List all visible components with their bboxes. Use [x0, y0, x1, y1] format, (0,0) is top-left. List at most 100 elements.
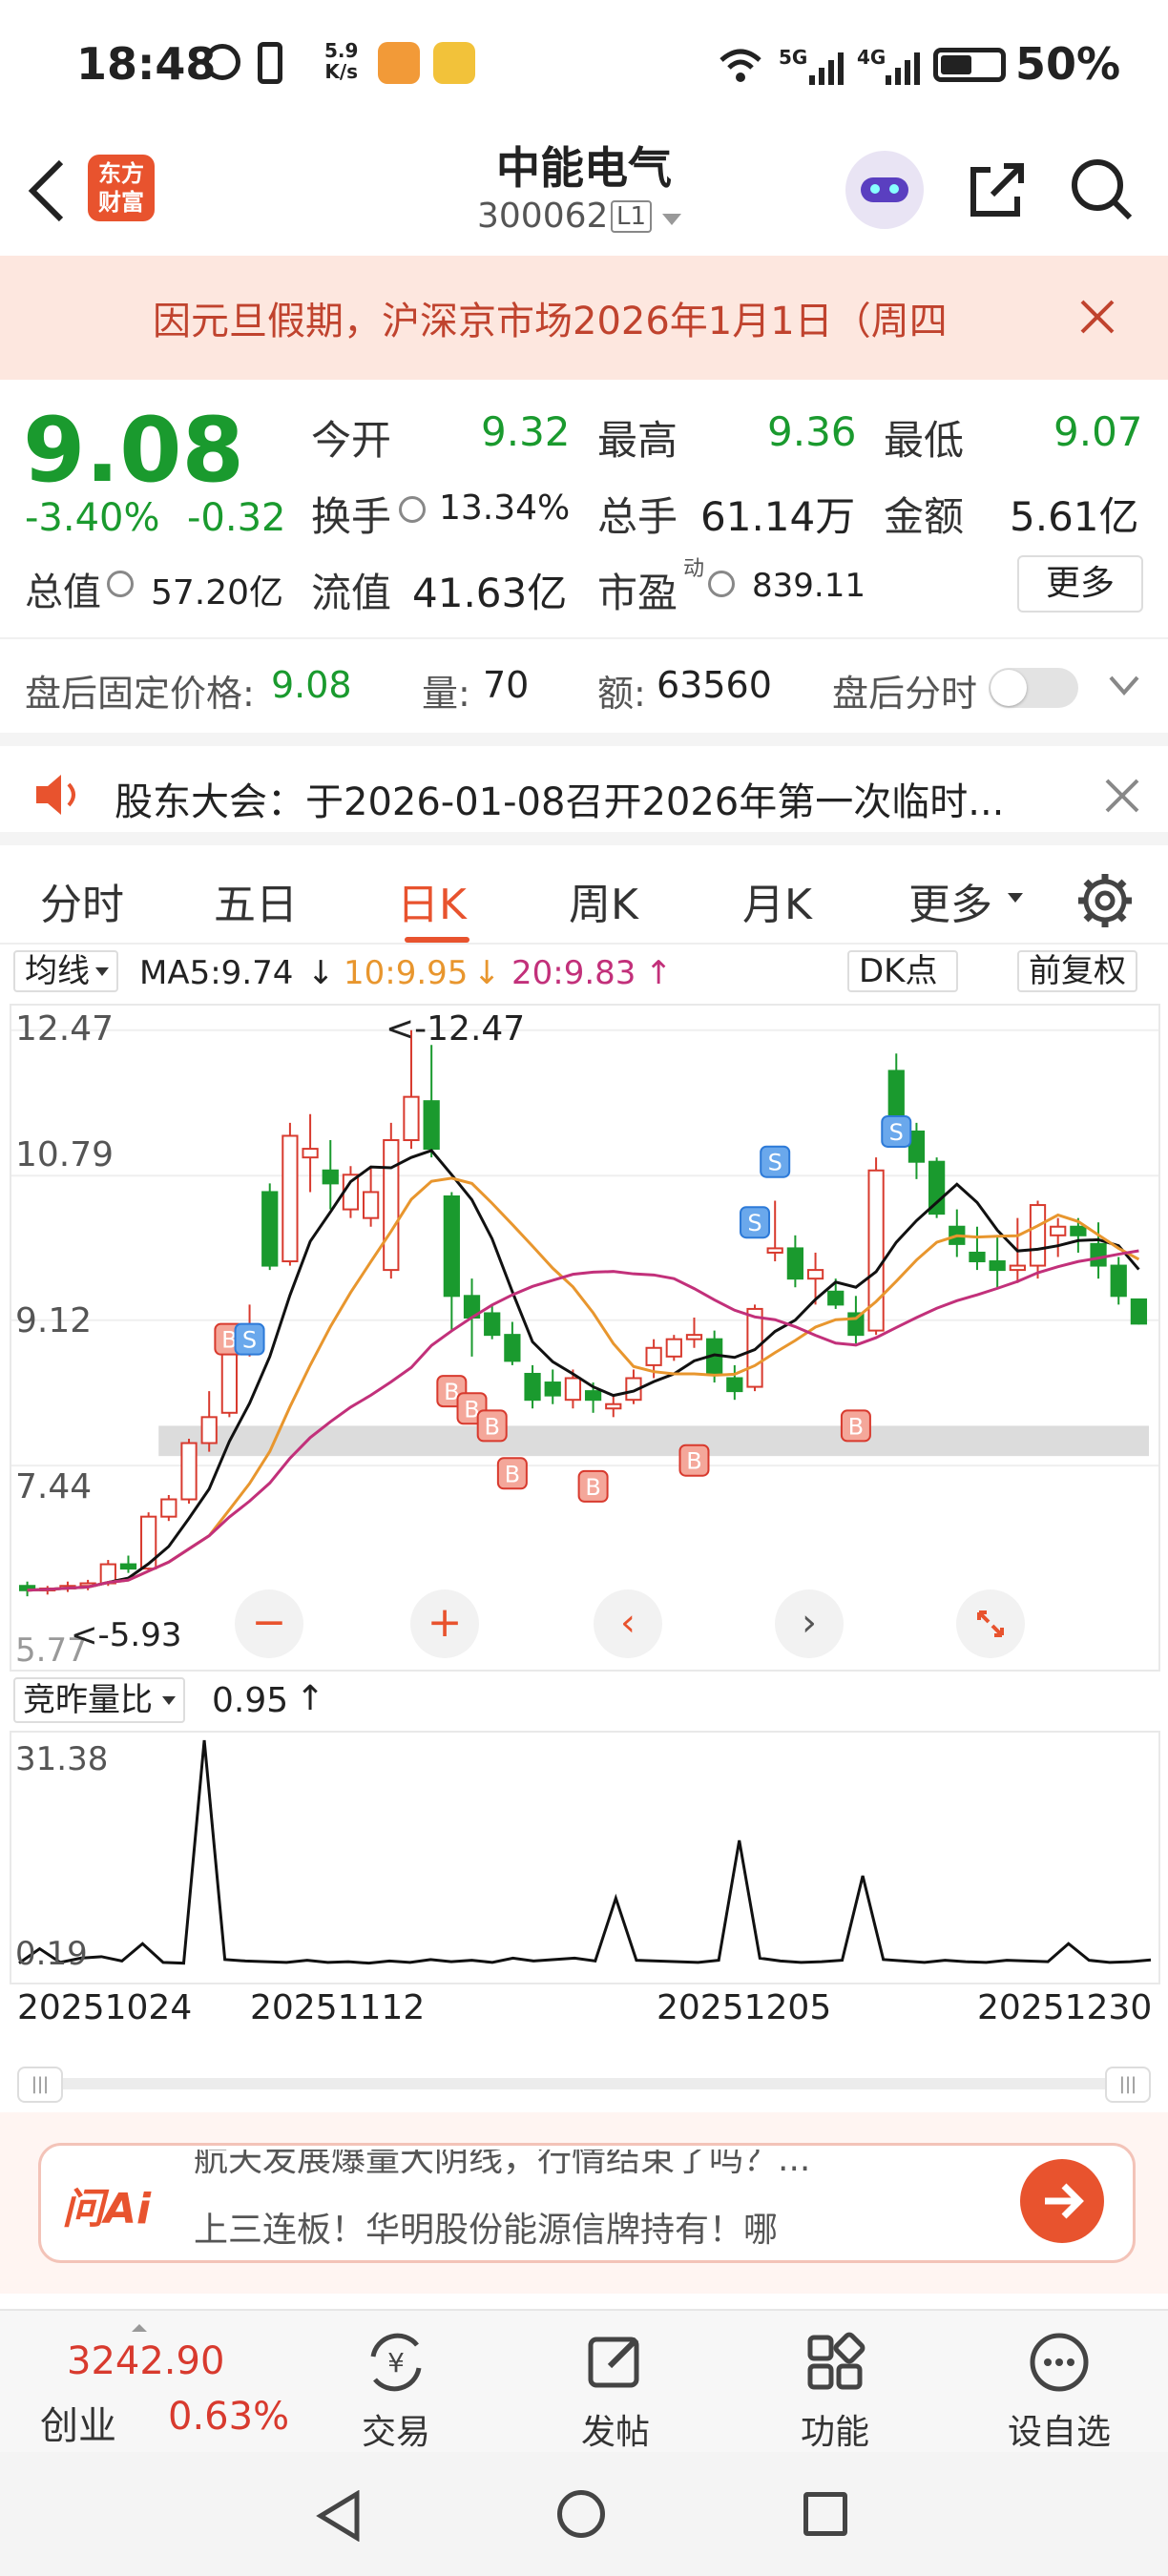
candle [726, 1364, 743, 1401]
candle [504, 1321, 521, 1365]
adjust-button[interactable]: 前复权 [1017, 950, 1137, 992]
turnover-label: 换手 [311, 493, 392, 540]
ma20-value: 20:9.83 [511, 954, 636, 992]
volume-value: 61.14万 [700, 493, 856, 540]
sell-marker: S [881, 1114, 912, 1148]
scroll-right-button[interactable]: › [775, 1589, 844, 1658]
scroll-left-handle[interactable]: ||| [17, 2067, 63, 2103]
app-notification-icon [378, 42, 420, 84]
candle [200, 1391, 218, 1452]
chevron-down-icon[interactable] [1107, 672, 1141, 704]
chevron-down-icon[interactable] [662, 214, 681, 225]
recents-square-icon[interactable] [803, 2492, 847, 2536]
svg-text:S: S [242, 1327, 257, 1354]
arrow-up-icon: ↑ [296, 1679, 325, 1718]
volume-selector-label: 竞昨量比 [23, 1681, 153, 1719]
y-tick-label: 9.12 [15, 1301, 93, 1340]
shareholder-meeting-bar[interactable]: 股东大会：于2026-01-08召开2026年第一次临时... [0, 733, 1168, 845]
ma-selector[interactable]: 均线 [13, 950, 118, 992]
scroll-left-button[interactable]: ‹ [594, 1589, 662, 1658]
ma-selector-label: 均线 [25, 952, 90, 990]
after-hours-timeshare-label: 盘后分时 [832, 673, 978, 715]
status-bar: 18:48 5.9 K/s 5G 4G 50% [0, 0, 1168, 124]
level-badge[interactable]: L1 [611, 200, 653, 233]
nav-post-label: 发帖 [580, 2413, 650, 2452]
zoom-in-button[interactable]: + [410, 1589, 479, 1658]
candle [969, 1226, 986, 1271]
amount-value: 5.61亿 [1010, 493, 1139, 540]
svg-text:B: B [505, 1461, 520, 1487]
low-label: 最低 [884, 417, 965, 464]
date-label: 20251112 [250, 1988, 426, 2027]
index-widget[interactable]: 3242.90 创业 0.63% [0, 2311, 305, 2454]
candle [160, 1494, 177, 1522]
net-speed-value: 5.9 [324, 39, 359, 62]
ai-question-bar[interactable]: 问Ai 航天发展爆量大阴线，行情结束了吗？... 上三连板！华明股份能源信牌持有… [38, 2143, 1136, 2263]
battery-percent: 50% [1015, 38, 1121, 90]
home-circle-icon[interactable] [557, 2490, 605, 2538]
weibo-icon [433, 42, 475, 84]
back-triangle-icon[interactable] [315, 2489, 363, 2545]
after-hours-vol-label: 量: [422, 673, 470, 715]
y-tick-label: 10.79 [15, 1135, 115, 1174]
scroll-right-handle[interactable]: ||| [1105, 2067, 1151, 2103]
caret-down-icon [1008, 893, 1023, 903]
after-hours-bar: 盘后固定价格: 9.08 量: 70 额: 63560 盘后分时 [0, 637, 1168, 735]
candle [605, 1395, 622, 1418]
ai-robot-icon[interactable] [845, 151, 924, 229]
nav-trade[interactable]: ¥ 交易 [334, 2311, 458, 2454]
holiday-notice-banner[interactable]: 因元旦假期，沪深京市场2026年1月1日（周四 [0, 256, 1168, 380]
range-scrollbar[interactable]: ||| ||| [0, 2061, 1168, 2107]
share-icon[interactable] [964, 156, 1031, 227]
signal-5g-label: 5G [779, 46, 808, 69]
ai-submit-button[interactable] [1020, 2159, 1104, 2243]
volume-chart[interactable]: 31.38 0.19 [10, 1731, 1160, 1984]
tab-daily-k[interactable]: 日K [397, 870, 467, 931]
high-value: 9.36 [767, 408, 857, 455]
pe-sup: 动 [683, 557, 705, 581]
buy-marker: B [577, 1469, 609, 1503]
tab-more[interactable]: 更多 [908, 870, 992, 931]
info-icon[interactable] [107, 571, 134, 597]
close-icon[interactable] [1076, 296, 1118, 342]
tab-monthly-k[interactable]: 月K [742, 870, 812, 931]
buy-marker: B [476, 1409, 508, 1443]
ai-suggestion-2: 上三连板！华明股份能源信牌持有！哪 [194, 2211, 779, 2250]
current-price: 9.08 [23, 399, 244, 503]
candle [524, 1364, 541, 1409]
more-button[interactable]: 更多 [1017, 555, 1143, 613]
turnover-value: 13.34% [439, 488, 571, 528]
candle [1050, 1217, 1067, 1257]
dk-point-button[interactable]: DK点 [847, 950, 959, 992]
nav-function[interactable]: 功能 [773, 2311, 897, 2454]
tab-five-day[interactable]: 五日 [214, 870, 298, 931]
volume-ratio-line [18, 1739, 1152, 1965]
volume-ratio-header: 竞昨量比 0.95 ↑ [0, 1672, 1168, 1729]
candle [383, 1122, 400, 1279]
kline-chart[interactable]: BSBBBBBBSSBS 12.47 10.79 9.12 7.44 5.77 … [10, 1004, 1160, 1672]
change-value: -0.32 [187, 496, 286, 540]
gear-icon[interactable] [1076, 872, 1134, 933]
svg-text:S: S [768, 1150, 782, 1176]
float-cap-value: 41.63亿 [412, 570, 568, 616]
buy-marker: B [496, 1457, 528, 1490]
candle [322, 1140, 339, 1210]
chart-tabs: 分时 五日 日K 周K 月K 更多 [0, 832, 1168, 956]
tab-weekly-k[interactable]: 周K [569, 870, 638, 931]
quote-panel: 9.08 -3.40% -0.32 今开 9.32 最高 9.36 最低 9.0… [0, 380, 1168, 637]
volume-y-bottom: 0.19 [15, 1935, 88, 1973]
nav-post[interactable]: 发帖 [553, 2311, 678, 2454]
info-icon[interactable] [708, 571, 735, 597]
amount-label: 金额 [884, 493, 965, 540]
timeshare-toggle[interactable] [989, 668, 1078, 708]
zoom-out-button[interactable]: − [235, 1589, 303, 1658]
y-tick-label: 7.44 [15, 1467, 93, 1506]
close-icon[interactable] [1103, 777, 1141, 819]
volume-selector[interactable]: 竞昨量比 [13, 1677, 185, 1723]
nav-watchlist[interactable]: 设自选 [992, 2311, 1126, 2454]
tab-timeshare[interactable]: 分时 [40, 870, 124, 931]
candle [625, 1369, 642, 1404]
search-icon[interactable] [1069, 156, 1136, 227]
info-icon[interactable] [399, 496, 426, 523]
fullscreen-button[interactable] [956, 1589, 1025, 1658]
